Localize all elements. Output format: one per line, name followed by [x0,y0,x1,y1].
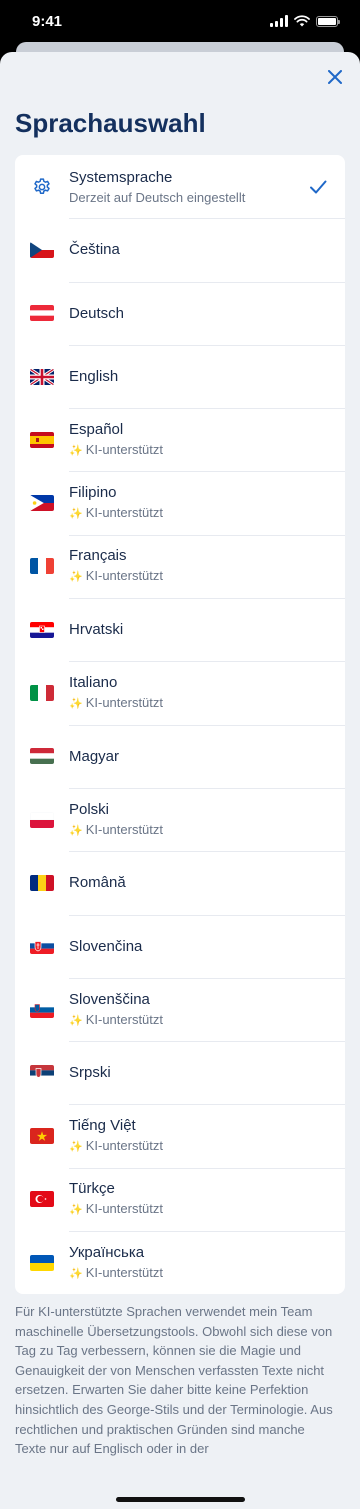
language-name: Hrvatski [69,621,124,639]
language-row-deutsch[interactable]: Deutsch [15,281,345,345]
language-name: English [69,368,119,386]
close-button[interactable] [324,66,346,88]
signal-icon [270,15,288,27]
battery-icon [316,15,340,27]
checkmark-icon [310,180,327,194]
ai-supported-text: KI-unterstützt [85,821,164,837]
language-name: Українська [69,1243,145,1261]
language-name: Français [69,547,127,565]
language-name: Magyar [69,747,120,765]
ai-supported-text: KI-unterstützt [85,1264,164,1280]
ai-translation-disclaimer: Für KI-unterstützte Sprachen verwendet m… [15,1304,333,1457]
language-name: Čeština [69,241,120,259]
sparkle-icon: ✨ [69,1141,83,1154]
ai-supported-text: KI-unterstützt [85,568,164,584]
uk-flag-icon [30,368,54,385]
language-name: Italiano [69,674,118,692]
sparkle-icon: ✨ [69,1014,83,1027]
language-name: Slovenčina [69,937,143,955]
ai-supported-label: ✨ KI-unterstützt [69,1264,305,1283]
ai-supported-label: ✨ KI-unterstützt [69,1011,305,1030]
language-row-slovenscina[interactable]: Slovenščina ✨ KI-unterstützt [15,977,345,1041]
ai-supported-text: KI-unterstützt [85,1138,164,1154]
language-row-francais[interactable]: Français ✨ KI-unterstützt [15,534,345,598]
hungary-flag-icon [30,748,54,765]
serbia-flag-icon [30,1064,54,1081]
language-row-cestina[interactable]: Čeština [15,218,345,281]
poland-flag-icon [30,811,54,828]
language-row-srpski[interactable]: Srpski [15,1041,345,1104]
ukraine-flag-icon [30,1254,54,1271]
language-row-espanol[interactable]: Español ✨ KI-unterstützt [15,408,345,471]
status-icons [270,14,340,28]
slovenia-flag-icon [30,1001,54,1018]
system-language-status: Derzeit auf Deutsch eingestellt [69,189,246,205]
ai-supported-label: ✨ KI-unterstützt [69,441,305,460]
ai-supported-text: KI-unterstützt [85,1011,164,1027]
ai-supported-label: ✨ KI-unterstützt [69,821,305,840]
status-bar: 9:41 [0,0,360,44]
page-title: Sprachauswahl [15,108,206,138]
language-sheet: Sprachauswahl Systemsprache Derzeit auf … [0,52,360,1509]
ai-supported-label: ✨ KI-unterstützt [69,694,305,713]
status-time: 9:41 [32,13,63,30]
sparkle-icon: ✨ [69,698,83,711]
ai-supported-label: ✨ KI-unterstützt [69,567,305,586]
language-name: Türkçe [69,1180,115,1198]
language-list: Systemsprache Derzeit auf Deutsch einges… [15,155,345,1295]
romania-flag-icon [30,874,54,891]
language-name: Srpski [69,1064,111,1082]
language-row-romana[interactable]: Română [15,851,345,914]
ai-supported-label: ✨ KI-unterstützt [69,1137,305,1156]
italy-flag-icon [30,685,54,702]
ai-supported-label: ✨ KI-unterstützt [69,504,305,523]
czech-flag-icon [30,241,54,258]
language-row-system[interactable]: Systemsprache Derzeit auf Deutsch einges… [15,155,345,218]
ai-supported-text: KI-unterstützt [85,1201,164,1217]
language-name: Español [69,420,124,438]
language-row-english[interactable]: English [15,344,345,408]
sparkle-icon: ✨ [69,508,83,521]
slovakia-flag-icon [30,938,54,955]
language-name: Systemsprache [69,168,173,186]
france-flag-icon [30,558,54,575]
ai-supported-label: ✨ KI-unterstützt [69,1200,305,1219]
language-row-hrvatski[interactable]: Hrvatski [15,598,345,661]
language-row-slovencina[interactable]: Slovenčina [15,914,345,978]
sparkle-icon: ✨ [69,1204,83,1217]
close-icon [328,70,342,84]
sparkle-icon: ✨ [69,571,83,584]
language-name: Deutsch [69,304,125,322]
ai-supported-text: KI-unterstützt [85,695,164,711]
ai-supported-text: KI-unterstützt [85,441,164,457]
spain-flag-icon [30,431,54,448]
sparkle-icon: ✨ [69,824,83,837]
language-row-tieng-viet[interactable]: Tiếng Việt ✨ KI-unterstützt [15,1104,345,1167]
language-row-polski[interactable]: Polski ✨ KI-unterstützt [15,787,345,851]
sparkle-icon: ✨ [69,1267,83,1280]
language-row-ukrainska[interactable]: Українська ✨ KI-unterstützt [15,1231,345,1294]
language-name: Polski [69,800,110,818]
home-indicator [116,1497,245,1502]
austria-flag-icon [30,305,54,322]
language-row-magyar[interactable]: Magyar [15,724,345,788]
vietnam-flag-icon [30,1128,54,1145]
gear-icon [34,177,50,194]
croatia-flag-icon [30,621,54,638]
language-name: Tiếng Việt [69,1117,136,1135]
language-name: Filipino [69,484,117,502]
language-name: Slovenščina [69,990,150,1008]
language-row-turkce[interactable]: Türkçe ✨ KI-unterstützt [15,1167,345,1231]
wifi-icon [294,15,310,27]
ai-supported-text: KI-unterstützt [85,505,164,521]
turkey-flag-icon [30,1191,54,1208]
language-row-italiano[interactable]: Italiano ✨ KI-unterstützt [15,661,345,724]
language-row-filipino[interactable]: Filipino ✨ KI-unterstützt [15,471,345,534]
sparkle-icon: ✨ [69,444,83,457]
philippines-flag-icon [30,495,54,512]
language-name: Română [69,874,126,892]
